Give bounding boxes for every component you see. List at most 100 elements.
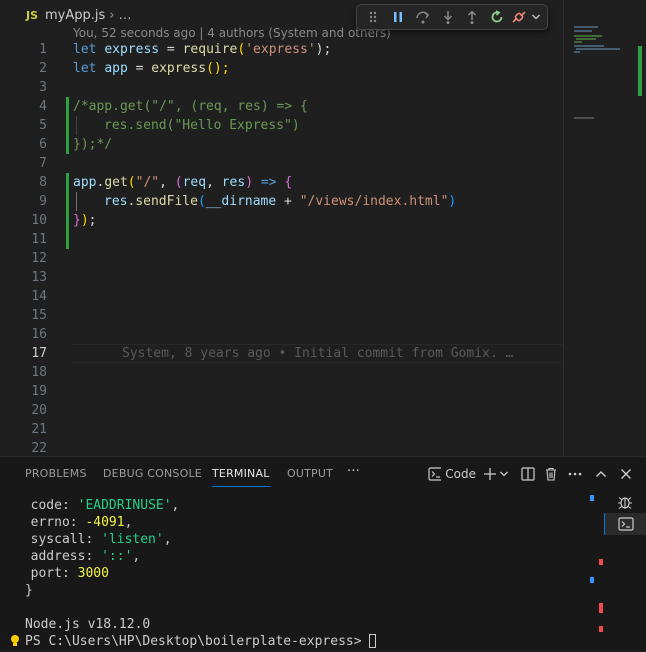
scrollbar-marker <box>590 577 594 583</box>
minimap-line <box>576 48 620 50</box>
line-number: 4 <box>39 99 47 114</box>
close-icon <box>621 469 631 479</box>
terminal-line: code: 'EADDRINUSE', <box>15 498 180 513</box>
line-number-active: 17 <box>31 346 47 361</box>
terminal-tab-debug[interactable] <box>604 491 646 513</box>
pause-icon[interactable] <box>386 6 411 28</box>
line-number: 8 <box>39 175 47 190</box>
lightbulb-icon[interactable] <box>9 634 21 652</box>
terminal-profile-label: Code <box>445 467 476 481</box>
terminal-output[interactable]: code: 'EADDRINUSE', errno: -4091, syscal… <box>0 493 603 652</box>
plus-icon <box>484 468 496 480</box>
line-number: 21 <box>31 422 47 437</box>
minimap-line <box>574 45 604 47</box>
line-number: 5 <box>39 118 47 133</box>
line-number: 9 <box>39 194 47 209</box>
line-number: 18 <box>31 365 47 380</box>
inline-git-blame: System, 8 years ago • Initial commit fro… <box>122 346 514 361</box>
more-actions-button[interactable] <box>566 465 584 483</box>
code-line-8[interactable]: app.get("/", (req, res) => { <box>73 173 292 192</box>
breadcrumb-more[interactable]: … <box>119 8 132 23</box>
step-over-icon[interactable] <box>410 6 435 28</box>
step-out-icon[interactable] <box>460 6 485 28</box>
line-number: 13 <box>31 270 47 285</box>
breadcrumb-file[interactable]: myApp.js <box>45 8 105 23</box>
code-line-6[interactable]: });*/ <box>73 135 112 154</box>
minimap-line <box>574 117 594 119</box>
line-number: 6 <box>39 137 47 152</box>
tab-problems[interactable]: PROBLEMS <box>25 467 87 480</box>
disconnect-icon[interactable] <box>509 6 529 28</box>
bug-icon <box>618 497 632 509</box>
line-number: 11 <box>31 232 47 247</box>
terminal-prompt[interactable]: PS C:\Users\HP\Desktop\boilerplate-expre… <box>25 633 377 650</box>
chevron-up-icon <box>596 471 606 477</box>
kill-terminal-button[interactable] <box>542 465 560 483</box>
terminal-icon <box>428 467 442 481</box>
minimap-line <box>574 30 592 32</box>
terminal-profile-button[interactable]: Code <box>428 465 476 483</box>
drag-handle-icon[interactable] <box>361 6 386 28</box>
terminal-line: port: 3000 <box>15 566 109 581</box>
tab-debug-console[interactable]: DEBUG CONSOLE <box>103 467 202 480</box>
terminal-line: syscall: 'listen', <box>15 532 172 547</box>
terminal-line: address: '::', <box>15 549 141 564</box>
line-number: 16 <box>31 327 47 342</box>
minimap-line <box>574 26 598 28</box>
line-number: 3 <box>39 80 47 95</box>
scrollbar-marker <box>599 626 603 632</box>
panel-tabs: PROBLEMS DEBUG CONSOLE TERMINAL OUTPUT ·… <box>0 457 646 491</box>
step-into-icon[interactable] <box>435 6 460 28</box>
trash-icon <box>546 467 556 481</box>
ellipsis-icon <box>568 472 582 476</box>
tab-output[interactable]: OUTPUT <box>287 467 333 480</box>
scrollbar-marker <box>590 495 594 501</box>
terminal-tab-shell[interactable] <box>604 513 646 535</box>
chevron-down-icon[interactable] <box>529 6 543 28</box>
split-terminal-button[interactable] <box>519 465 537 483</box>
code-line-2[interactable]: let app = express(); <box>73 59 230 78</box>
minimap-line <box>574 51 580 53</box>
terminal-line: Node.js v18.12.0 <box>25 617 151 632</box>
line-number: 10 <box>31 213 47 228</box>
close-panel-button[interactable] <box>617 465 635 483</box>
maximize-panel-button[interactable] <box>592 465 610 483</box>
code-line-4[interactable]: /*app.get("/", (req, res) => { <box>73 97 308 116</box>
minimap[interactable] <box>563 0 646 456</box>
minimap-line <box>576 38 596 40</box>
terminal-icon <box>618 517 634 531</box>
line-number: 14 <box>31 289 47 304</box>
line-number: 2 <box>39 61 47 76</box>
terminal-line: errno: -4091, <box>15 515 133 530</box>
tab-terminal[interactable]: TERMINAL <box>212 467 270 487</box>
terminal-tabs-list <box>604 491 646 650</box>
panel-more-button[interactable]: ··· <box>347 464 360 479</box>
breadcrumb-separator: › <box>109 7 115 23</box>
scrollbar-marker <box>599 603 603 613</box>
git-blame-header[interactable]: You, 52 seconds ago | 4 authors (System … <box>73 26 391 40</box>
line-number: 12 <box>31 251 47 266</box>
code-editor[interactable]: 1 2 3 4 5 6 7 8 9 10 11 12 13 14 15 16 1… <box>0 40 562 456</box>
restart-icon[interactable] <box>485 6 510 28</box>
line-number: 20 <box>31 403 47 418</box>
line-number: 22 <box>31 441 47 456</box>
scrollbar-marker <box>599 559 603 565</box>
terminal-dropdown-button[interactable] <box>498 465 510 483</box>
debug-toolbar <box>356 4 548 30</box>
line-number: 7 <box>39 156 47 171</box>
line-number: 1 <box>39 42 47 57</box>
code-line-10[interactable]: }); <box>73 211 96 230</box>
split-icon <box>521 467 535 481</box>
code-line-1[interactable]: let express = require('express'); <box>73 40 331 59</box>
minimap-git-indicator <box>638 46 642 96</box>
chevron-down-icon <box>500 471 508 477</box>
code-line-9[interactable]: res.sendFile(__dirname + "/views/index.h… <box>104 192 456 211</box>
minimap-line <box>574 35 602 37</box>
terminal-line: } <box>25 583 33 598</box>
javascript-file-icon: JS <box>26 8 39 22</box>
line-number: 15 <box>31 308 47 323</box>
terminal-cursor <box>369 634 377 648</box>
minimap-line <box>574 41 582 43</box>
code-line-5[interactable]: res.send("Hello Express") <box>104 116 300 135</box>
new-terminal-button[interactable] <box>482 465 498 483</box>
